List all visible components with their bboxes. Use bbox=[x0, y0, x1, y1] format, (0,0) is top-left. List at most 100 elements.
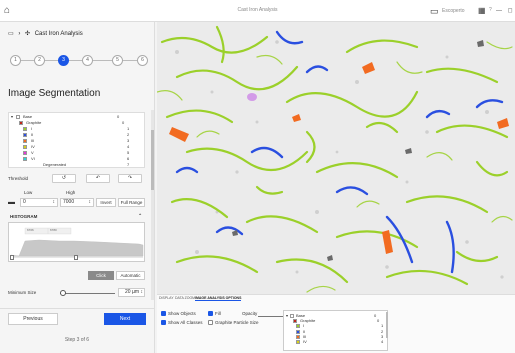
title-bar: ⌂ Cast Iron Analysis ▭ Escoperto ▦ ? — ◻ bbox=[0, 0, 515, 22]
histogram-high-handle[interactable] bbox=[74, 255, 78, 260]
invert-button[interactable]: Invert bbox=[96, 198, 116, 207]
high-stepper-icon[interactable]: ↕ bbox=[89, 199, 92, 206]
legend-name: VI bbox=[31, 156, 35, 161]
legend-name: III bbox=[31, 138, 35, 143]
threshold-label: Threshold bbox=[8, 176, 29, 181]
expand-icon[interactable]: ▾ bbox=[11, 114, 13, 119]
legend-number: 6 bbox=[127, 156, 130, 161]
histogram-low-handle[interactable] bbox=[10, 255, 14, 260]
legend-number: 1 bbox=[127, 126, 130, 131]
fill-label: Fill bbox=[215, 311, 221, 316]
step-indicator: 1 2 3 4 5 6 bbox=[10, 55, 150, 67]
fill-checkbox[interactable] bbox=[208, 311, 213, 316]
color-swatch[interactable] bbox=[16, 115, 20, 119]
legend-number: 3 bbox=[127, 138, 130, 143]
legend-name: Degenerated bbox=[43, 162, 67, 167]
legend-row[interactable]: IV 4 bbox=[9, 144, 146, 149]
histogram-value-left: 6706 bbox=[27, 228, 34, 232]
chat-icon[interactable]: ▭ bbox=[430, 6, 439, 17]
monitor-icon[interactable]: ▭ bbox=[8, 31, 14, 37]
legend-number: 7 bbox=[127, 162, 130, 167]
legend-row[interactable]: II 2 bbox=[9, 132, 146, 137]
threshold-redo-button[interactable]: ↷ bbox=[118, 174, 142, 183]
threshold-reset-button[interactable]: ↺ bbox=[52, 174, 76, 183]
color-swatch[interactable] bbox=[23, 157, 27, 161]
color-swatch[interactable] bbox=[19, 121, 23, 125]
show-all-classes-label: Show All Classes bbox=[168, 320, 203, 325]
graphite-particle-size-label: Graphite Particle Size bbox=[215, 320, 259, 325]
minimum-size-value: 20 µm bbox=[125, 289, 139, 295]
user-menu[interactable]: Escoperto bbox=[442, 8, 465, 14]
previous-button[interactable]: Previous bbox=[8, 313, 58, 325]
color-swatch[interactable] bbox=[23, 133, 27, 137]
show-objects-checkbox[interactable] bbox=[161, 311, 166, 316]
legend-number: 4 bbox=[127, 144, 130, 149]
automatic-button[interactable]: Automatic bbox=[116, 271, 145, 280]
opacity-label: Opacity bbox=[242, 311, 258, 316]
legend-name: Graphite bbox=[26, 120, 42, 125]
overlay-legend-scrollbar[interactable] bbox=[386, 312, 388, 338]
sidebar-scrollbar[interactable] bbox=[151, 110, 154, 300]
breadcrumb-title: Cast Iron Analysis bbox=[34, 31, 83, 37]
chevron-right-icon: › bbox=[18, 31, 21, 37]
legend-name: II bbox=[31, 132, 34, 137]
step-2[interactable]: 2 bbox=[34, 55, 45, 66]
legend-name: IV bbox=[31, 144, 35, 149]
scrollbar-thumb[interactable] bbox=[151, 130, 154, 190]
legend-number: 4 bbox=[381, 339, 384, 344]
threshold-undo-button[interactable]: ↶ bbox=[86, 174, 110, 183]
minimum-size-input[interactable]: 20 µm ↕ bbox=[118, 288, 145, 297]
histogram[interactable]: 6706 6780 bbox=[8, 222, 145, 262]
class-legend: ▾ Base 0 Graphite 0 I 1 II 2 III 3 IV 4 V 5 VI 6 Degenera… bbox=[8, 112, 145, 168]
tab-data-zoom[interactable]: DATA ZOOM bbox=[175, 296, 195, 300]
tab-display[interactable]: DISPLAY bbox=[159, 296, 174, 300]
legend-row[interactable]: Graphite 0 bbox=[9, 120, 146, 125]
breadcrumb: ▭ › ✣ Cast Iron Analysis bbox=[8, 30, 86, 37]
high-value: 7000 bbox=[63, 199, 75, 205]
click-button[interactable]: Click bbox=[88, 271, 114, 280]
next-button[interactable]: Next bbox=[104, 313, 146, 325]
step-1[interactable]: 1 bbox=[10, 55, 21, 66]
low-stepper-icon[interactable]: ↕ bbox=[53, 199, 56, 206]
step-progress-text: Step 3 of 6 bbox=[64, 337, 90, 343]
section-title: Image Segmentation bbox=[8, 88, 101, 99]
step-6[interactable]: 6 bbox=[137, 55, 148, 66]
minimum-size-stepper-icon[interactable]: ↕ bbox=[141, 289, 144, 296]
help-icon[interactable]: ? bbox=[489, 7, 492, 13]
show-all-classes-checkbox[interactable] bbox=[161, 320, 166, 325]
legend-row[interactable]: IV 4 bbox=[284, 339, 387, 344]
step-3[interactable]: 3 bbox=[58, 55, 69, 66]
legend-row[interactable]: Degenerated 7 bbox=[9, 162, 146, 167]
collapse-icon[interactable]: ⌃ bbox=[138, 213, 142, 219]
legend-row[interactable]: ▾ Base 0 bbox=[9, 114, 146, 119]
analysis-icon: ✣ bbox=[25, 31, 31, 37]
histogram-header[interactable]: HISTOGRAM ⌃ bbox=[8, 213, 145, 221]
low-input[interactable]: 0 ↕ bbox=[20, 198, 58, 207]
minimum-size-slider-thumb[interactable] bbox=[59, 290, 66, 296]
legend-row[interactable]: V5 bbox=[9, 150, 146, 155]
segmentation-overlay bbox=[157, 22, 515, 294]
step-4[interactable]: 4 bbox=[82, 55, 93, 66]
window-controls[interactable]: — ◻ bbox=[496, 7, 515, 14]
show-objects-label: Show Objects bbox=[168, 311, 196, 316]
grid-icon[interactable]: ▦ bbox=[478, 6, 486, 15]
color-swatch[interactable] bbox=[23, 139, 27, 143]
color-swatch[interactable] bbox=[23, 151, 27, 155]
high-input[interactable]: 7000 ↕ bbox=[60, 198, 94, 207]
color-swatch[interactable] bbox=[23, 145, 27, 149]
graphite-particle-size-checkbox[interactable] bbox=[208, 320, 213, 325]
legend-row[interactable]: III 3 bbox=[9, 138, 146, 143]
legend-row[interactable]: I1 bbox=[9, 126, 146, 131]
color-swatch[interactable] bbox=[296, 340, 300, 344]
high-label: High bbox=[66, 190, 76, 195]
legend-row[interactable]: VI 6 bbox=[9, 156, 146, 161]
microscopy-image[interactable] bbox=[157, 22, 515, 294]
sidebar bbox=[0, 22, 155, 353]
legend-name: IV bbox=[303, 339, 307, 344]
minimum-size-slider[interactable] bbox=[60, 293, 115, 294]
color-swatch[interactable] bbox=[23, 127, 27, 131]
full-range-button[interactable]: Full Range bbox=[118, 198, 145, 207]
tab-image-analysis-options[interactable]: IMAGE ANALYSIS OPTIONS bbox=[195, 296, 242, 301]
keyboard-icon: ▬ bbox=[8, 199, 15, 206]
step-5[interactable]: 5 bbox=[112, 55, 123, 66]
